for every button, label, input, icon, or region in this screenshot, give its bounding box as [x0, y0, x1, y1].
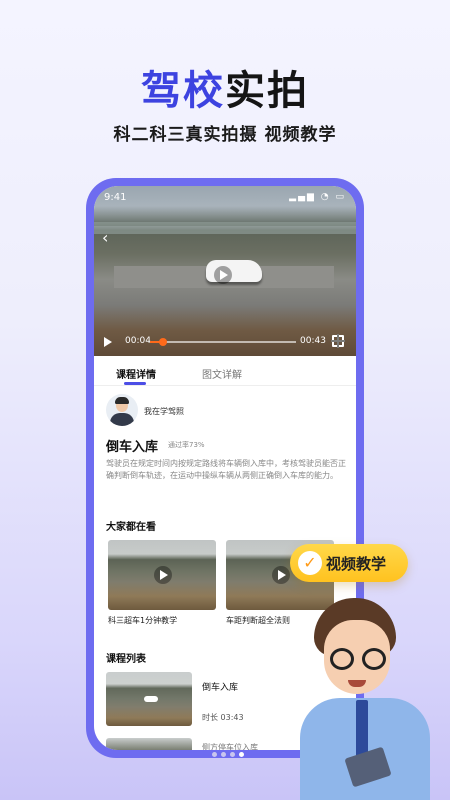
watch-thumbnail: [108, 540, 216, 610]
play-icon[interactable]: [154, 566, 172, 584]
pager-dot[interactable]: [212, 752, 217, 757]
watch-card[interactable]: 科三超车1分钟教学: [108, 540, 216, 626]
cartoon-boy-illustration: [300, 598, 440, 800]
lesson-pass-rate: 通过率73%: [168, 441, 205, 449]
lesson-title: 倒车入库: [106, 440, 159, 455]
video-controls: 00:04 00:43: [94, 334, 356, 350]
list-thumbnail: [106, 738, 192, 750]
tab-bar: 课程详情 图文详解: [94, 362, 356, 386]
avatar-hair: [115, 397, 129, 404]
list-thumbnail: [106, 672, 192, 726]
avatar-body: [110, 413, 134, 426]
pager-dot[interactable]: [239, 752, 244, 757]
video-teaching-badge: ✓ 视频教学: [290, 544, 408, 582]
hero-title-part1: 驾校: [141, 68, 225, 114]
avatar: [106, 394, 138, 426]
list-title: 倒车入库: [202, 683, 239, 693]
watch-label: 科三超车1分钟教学: [108, 616, 178, 625]
video-background: [94, 222, 356, 234]
tab-underline: [124, 382, 146, 385]
fullscreen-icon[interactable]: [331, 334, 345, 348]
section-title-watching: 大家都在看: [106, 522, 156, 533]
car-icon: [144, 696, 158, 702]
progress-bar[interactable]: [150, 338, 296, 346]
pager-dot[interactable]: [230, 752, 235, 757]
hero-subtitle: 科二科三真实拍摄 视频教学: [113, 125, 337, 145]
status-bar: 9:41 ▂▄▆ ◔ ▭: [104, 192, 346, 206]
hero-title: 驾校实拍: [0, 58, 450, 116]
tab-graphic-detail[interactable]: 图文详解: [202, 366, 242, 381]
status-time: 9:41: [104, 192, 127, 203]
badge-label: 视频教学: [326, 555, 387, 573]
glasses-icon: [330, 648, 354, 670]
total-time: 00:43: [300, 336, 326, 346]
glasses-icon: [362, 648, 386, 670]
play-button-icon[interactable]: [104, 337, 112, 347]
hero-title-part2: 实拍: [225, 68, 309, 114]
author-name: 我在学驾照: [144, 407, 184, 416]
current-time: 00:04: [125, 336, 151, 346]
play-icon[interactable]: [214, 266, 232, 284]
author-row[interactable]: 我在学驾照: [106, 394, 346, 428]
pager-dot[interactable]: [221, 752, 226, 757]
check-icon: ✓: [298, 551, 322, 575]
play-icon[interactable]: [272, 566, 290, 584]
status-icons: ▂▄▆ ◔ ▭: [289, 192, 346, 202]
video-player[interactable]: 9:41 ▂▄▆ ◔ ▭ ‹ 00:04 00:43: [94, 186, 356, 356]
lesson-description: 驾驶员在规定时间内按规定路线将车辆倒入库中，考核驾驶员能否正确判断倒车轨迹，在运…: [106, 459, 346, 480]
section-title-course-list: 课程列表: [106, 654, 146, 665]
tab-course-detail[interactable]: 课程详情: [116, 366, 156, 381]
list-duration: 时长 03:43: [202, 713, 244, 722]
progress-knob[interactable]: [159, 338, 168, 346]
list-title: 侧方停车位入库: [202, 743, 258, 750]
back-arrow-icon[interactable]: ‹: [102, 228, 108, 247]
